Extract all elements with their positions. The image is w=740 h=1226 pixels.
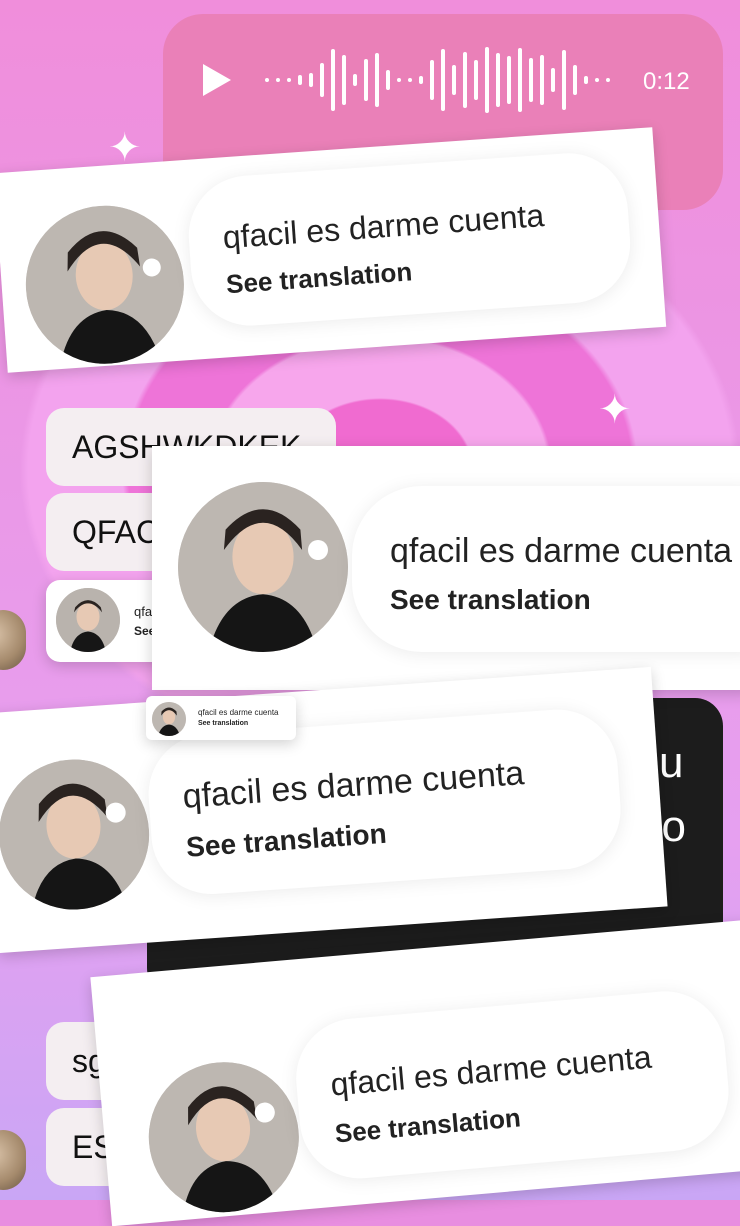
waveform-bar (298, 75, 302, 85)
waveform-bar (375, 53, 379, 107)
see-translation-link[interactable]: See translation (390, 584, 591, 616)
waveform-bar (342, 55, 346, 105)
waveform-bar (353, 74, 357, 86)
waveform-bar (320, 63, 324, 97)
waveform-bar (463, 52, 467, 108)
avatar (56, 588, 120, 652)
avatar (178, 482, 348, 652)
waveform-bar (441, 49, 445, 111)
waveform-bar (496, 53, 500, 107)
waveform-bar (397, 78, 401, 82)
see-translation-link[interactable]: See translation (225, 256, 413, 300)
avatar (142, 1055, 306, 1219)
waveform-bar (419, 76, 423, 84)
waveform-bar (408, 78, 412, 82)
sparkle-icon: ✦ (108, 126, 142, 170)
play-icon[interactable] (197, 60, 237, 100)
waveform-bar (474, 60, 478, 100)
waveform-bar (551, 68, 555, 92)
message-text: QFAC (72, 513, 160, 550)
waveform-bar (540, 55, 544, 105)
reply-bubble[interactable]: qfacil es darme cuenta See translation (291, 986, 734, 1184)
reply-text: qfacil es darme cuenta (181, 754, 526, 816)
see-translation-link[interactable]: See translation (334, 1102, 522, 1149)
story-reply-card[interactable]: qfacil es darme cuenta See translation (152, 446, 740, 690)
reply-text: qfacil es darme cuenta (221, 197, 546, 256)
voice-duration: 0:12 (643, 68, 690, 95)
waveform-bar (386, 70, 390, 90)
reply-bubble[interactable]: qfacil es darme cuenta See translation (352, 486, 740, 652)
reply-text: qfacil es darme cuenta (198, 708, 279, 717)
reply-text: qfacil es darme cuenta (390, 532, 733, 570)
sparkle-icon: ✦ (598, 388, 632, 432)
avatar (152, 702, 186, 736)
waveform-bar (485, 47, 489, 113)
waveform-bar (507, 56, 511, 104)
waveform-bar (276, 78, 280, 82)
waveform-bar (287, 78, 291, 82)
waveform-bar (573, 65, 577, 95)
waveform-bar (331, 49, 335, 111)
waveform-bar (584, 76, 588, 84)
avatar (20, 200, 190, 370)
story-dot (308, 540, 328, 560)
avatar (0, 754, 155, 915)
waveform-bar (595, 78, 599, 82)
waveform-bar (309, 73, 313, 87)
waveform (265, 47, 610, 113)
waveform-bar (518, 48, 522, 112)
waveform-bar (606, 78, 610, 82)
waveform-bar (562, 50, 566, 110)
mini-message-text: qfa (134, 604, 153, 619)
waveform-bar (430, 60, 434, 100)
see-translation-link[interactable]: See translation (198, 720, 248, 727)
mini-story-reply-card[interactable]: qfacil es darme cuenta See translation (146, 696, 296, 740)
waveform-bar (265, 78, 269, 82)
see-translation-link[interactable]: See translation (185, 818, 387, 864)
waveform-bar (364, 59, 368, 101)
waveform-bar (452, 65, 456, 95)
waveform-bar (529, 58, 533, 102)
story-reply-card[interactable]: qfacil es darme cuenta See translation (0, 666, 668, 954)
reply-text: qfacil es darme cuenta (329, 1038, 653, 1103)
reply-bubble[interactable]: qfacil es darme cuenta See translation (184, 149, 635, 330)
